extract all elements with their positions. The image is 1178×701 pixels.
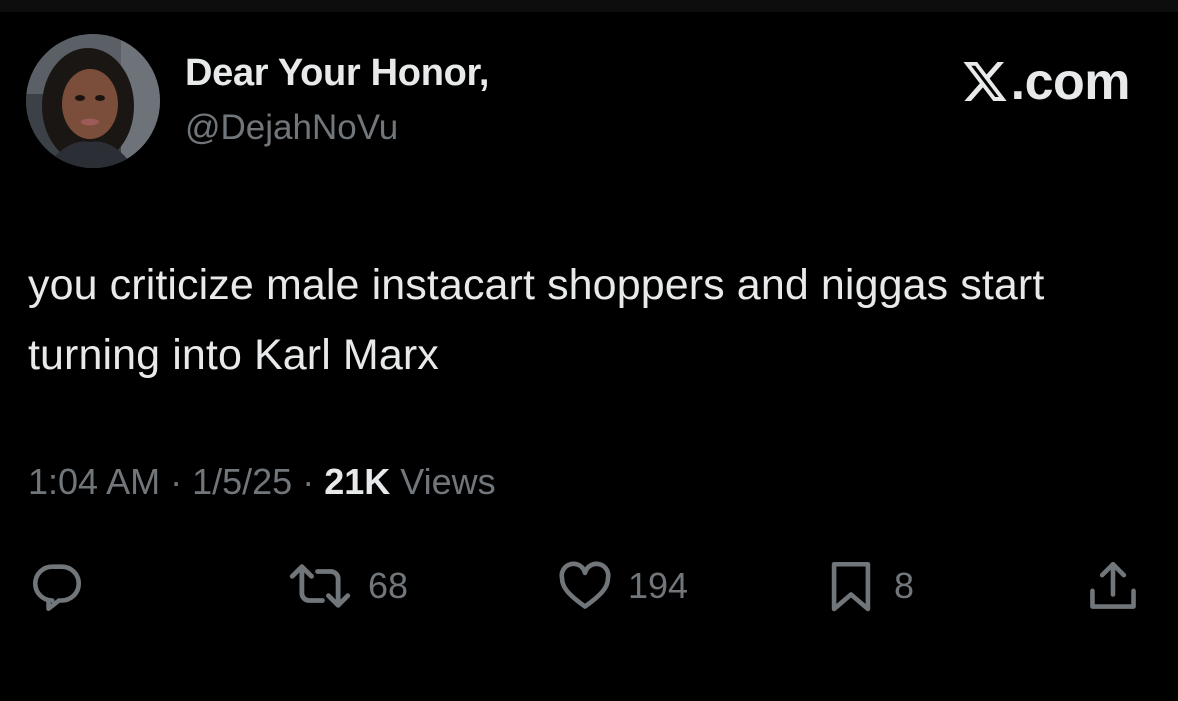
tweet-text: you criticize male instacart shoppers an… [28,261,1045,379]
tweet-time[interactable]: 1:04 AM [28,461,160,502]
reply-icon [32,564,82,612]
repost-icon [289,564,351,608]
views-label: Views [400,461,496,502]
avatar[interactable] [26,34,160,168]
reply-button[interactable] [28,556,86,616]
avatar-image [26,34,160,168]
brand-watermark: .com [961,53,1131,111]
bookmark-button[interactable]: 8 [822,556,914,616]
action-bar: 68 194 8 [0,556,1178,616]
bookmark-icon [831,561,871,612]
x-logo-icon [963,62,1007,101]
meta-separator: · [160,461,193,502]
like-count: 194 [628,565,689,606]
views-count: 21K [324,461,391,502]
author-handle[interactable]: @DejahNoVu [185,108,398,148]
top-edge-strip [0,0,1178,12]
heart-icon [559,561,611,609]
like-button[interactable]: 194 [556,556,688,616]
tweet-date[interactable]: 1/5/25 [192,461,292,502]
repost-count: 68 [368,565,409,606]
share-icon [1090,561,1136,609]
author-display-name[interactable]: Dear Your Honor, [185,52,490,95]
share-button[interactable] [1084,556,1142,616]
brand-text: .com [1010,53,1131,111]
repost-button[interactable]: 68 [286,556,408,616]
bookmark-count: 8 [894,565,915,606]
tweet-meta: 1:04 AM · 1/5/25 · 21K Views [28,461,496,503]
meta-separator: · [292,461,325,502]
